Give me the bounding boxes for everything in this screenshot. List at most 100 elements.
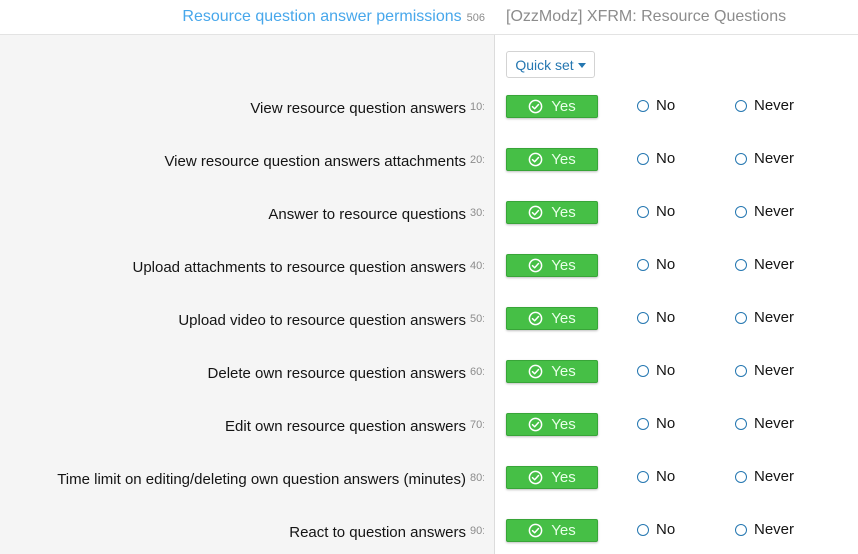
never-label: Never [754,97,795,114]
radio-circle-icon [735,258,747,271]
no-radio[interactable]: No [637,256,675,273]
permission-label: Delete own resource question answers 60: [208,365,484,382]
permission-id: 10: [470,101,484,113]
check-circle-icon [528,364,543,379]
header: Resource question answer permissions 506 … [0,0,858,35]
permission-label-text: React to question answers [289,524,466,541]
no-label: No [656,203,676,220]
no-radio[interactable]: No [637,521,675,538]
check-circle-icon [528,417,543,432]
group-title-text: Resource question answer permissions [182,8,462,25]
never-radio[interactable]: Never [735,97,794,114]
radio-circle-icon [637,364,649,377]
never-radio[interactable]: Never [735,468,794,485]
permission-label: React to question answers 90: [289,524,484,541]
yes-label: Yes [551,204,576,221]
permission-id: 60: [470,366,484,378]
permission-label-text: Answer to resource questions [268,206,466,223]
yes-label: Yes [551,98,576,115]
permission-label: Answer to resource questions 30: [268,206,484,223]
permission-id: 40: [470,260,484,272]
radio-circle-icon [735,152,747,165]
never-label: Never [754,468,795,485]
permission-group-title: Resource question answer permissions 506 [182,8,485,26]
no-label: No [656,362,676,379]
yes-label: Yes [551,522,576,539]
never-radio[interactable]: Never [735,256,794,273]
yes-button[interactable]: Yes [506,360,598,383]
permission-id: 50: [470,313,484,325]
check-circle-icon [528,99,543,114]
permission-id: 90: [470,525,484,537]
yes-label: Yes [551,363,576,380]
radio-circle-icon [637,470,649,483]
never-radio[interactable]: Never [735,362,794,379]
no-radio[interactable]: No [637,468,675,485]
permission-label-text: Delete own resource question answers [207,365,466,382]
no-label: No [656,150,676,167]
no-label: No [656,309,676,326]
permission-label: Upload attachments to resource question … [132,259,484,276]
never-radio[interactable]: Never [735,150,794,167]
permission-label-text: Upload attachments to resource question … [132,259,466,276]
radio-circle-icon [637,417,649,430]
radio-circle-icon [735,364,747,377]
radio-circle-icon [637,311,649,324]
permission-label: Edit own resource question answers 70: [225,418,484,435]
permission-label: View resource question answers 10: [250,100,484,117]
yes-button[interactable]: Yes [506,413,598,436]
permission-id: 70: [470,419,484,431]
yes-label: Yes [551,257,576,274]
never-radio[interactable]: Never [735,203,794,220]
yes-button[interactable]: Yes [506,148,598,171]
radio-circle-icon [637,99,649,112]
never-label: Never [754,415,795,432]
permission-row: Edit own resource question answers 70: Yes… [0,413,858,443]
no-radio[interactable]: No [637,415,675,432]
caret-down-icon [577,62,586,68]
no-radio[interactable]: No [637,97,675,114]
never-label: Never [754,309,795,326]
yes-label: Yes [551,310,576,327]
radio-circle-icon [637,152,649,165]
yes-button[interactable]: Yes [506,519,598,542]
permission-label-text: Time limit on editing/deleting own quest… [57,471,466,488]
permission-label-text: Edit own resource question answers [225,418,466,435]
no-label: No [656,256,676,273]
never-radio[interactable]: Never [735,415,794,432]
permission-row: Upload attachments to resource question … [0,254,858,284]
permission-row: Time limit on editing/deleting own quest… [0,466,858,496]
yes-button[interactable]: Yes [506,466,598,489]
never-label: Never [754,521,795,538]
permission-id: 80: [470,472,484,484]
yes-button[interactable]: Yes [506,307,598,330]
radio-circle-icon [735,99,747,112]
permission-id: 30: [470,207,484,219]
yes-button[interactable]: Yes [506,201,598,224]
yes-label: Yes [551,416,576,433]
addon-title: [OzzModz] XFRM: Resource Questions [506,8,787,25]
quick-set-button[interactable]: Quick set [506,51,595,78]
no-label: No [656,415,676,432]
no-radio[interactable]: No [637,362,675,379]
permission-label: Time limit on editing/deleting own quest… [57,471,484,488]
yes-label: Yes [551,151,576,168]
permission-id: 20: [470,154,484,166]
radio-circle-icon [735,470,747,483]
yes-button[interactable]: Yes [506,95,598,118]
never-radio[interactable]: Never [735,309,794,326]
permission-label: View resource question answers attachmen… [164,153,484,170]
check-circle-icon [528,470,543,485]
no-radio[interactable]: No [637,203,675,220]
never-label: Never [754,203,795,220]
no-radio[interactable]: No [637,150,675,167]
permission-row: Upload video to resource question answer… [0,307,858,337]
check-circle-icon [528,205,543,220]
check-circle-icon [528,311,543,326]
permission-row: React to question answers 90: Yes No Never [0,519,858,549]
yes-button[interactable]: Yes [506,254,598,277]
no-label: No [656,521,676,538]
group-id: 506 [466,12,485,24]
no-radio[interactable]: No [637,309,675,326]
never-radio[interactable]: Never [735,521,794,538]
